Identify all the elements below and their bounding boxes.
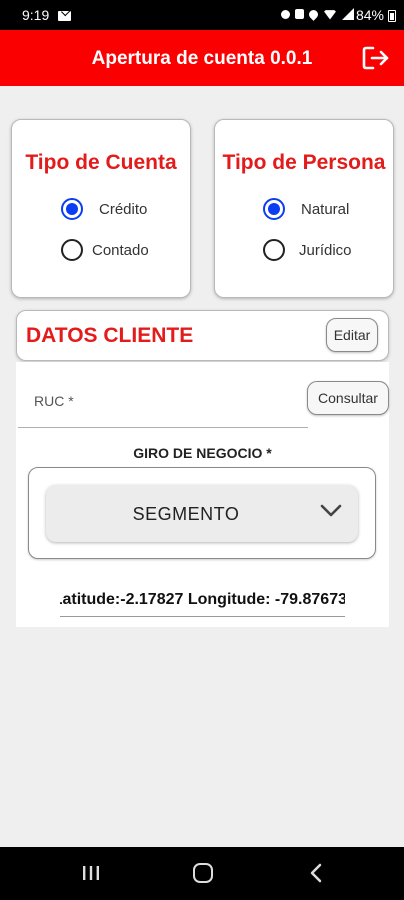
- coordinates-field[interactable]: Latitude:-2.17827 Longitude: -79.87673: [60, 591, 345, 613]
- ruc-field[interactable]: RUC *: [34, 393, 74, 409]
- chevron-down-icon: [320, 504, 342, 517]
- radio-juridico[interactable]: Jurídico: [263, 239, 352, 261]
- radio-natural[interactable]: Natural: [263, 198, 349, 220]
- datos-cliente-header: DATOS CLIENTE Editar: [16, 310, 389, 361]
- mail-icon: [58, 11, 71, 21]
- segment-dropdown[interactable]: SEGMENTO: [46, 485, 358, 542]
- segment-container: SEGMENTO: [28, 467, 376, 559]
- status-time: 9:19: [22, 7, 50, 23]
- consultar-button[interactable]: Consultar: [307, 381, 389, 415]
- tipo-persona-title: Tipo de Persona: [222, 151, 386, 174]
- radio-button-checked[interactable]: [61, 198, 83, 220]
- radio-label-credito: Crédito: [99, 200, 148, 218]
- radio-button[interactable]: [61, 239, 83, 261]
- signal-icon: [342, 8, 354, 20]
- datos-cliente-title: DATOS CLIENTE: [26, 324, 194, 347]
- radio-label-contado: Contado: [92, 241, 149, 259]
- status-bar: 9:19 84%: [0, 0, 404, 30]
- tipo-persona-card: Tipo de Persona Natural Jurídico: [214, 119, 394, 298]
- bluetooth-icon: [281, 9, 290, 19]
- status-icons: [281, 7, 354, 21]
- edit-button[interactable]: Editar: [326, 318, 378, 352]
- battery-icon: [388, 10, 396, 22]
- mute-icon: [295, 9, 304, 19]
- app-bar: Apertura de cuenta 0.0.1: [0, 30, 404, 86]
- radio-label-juridico: Jurídico: [299, 241, 352, 259]
- radio-button[interactable]: [263, 239, 285, 261]
- battery-percent: 84%: [355, 7, 384, 23]
- radio-credito[interactable]: Crédito: [61, 198, 147, 220]
- back-icon[interactable]: [309, 863, 323, 883]
- segment-value: SEGMENTO: [132, 504, 240, 524]
- coordinates-underline: [60, 616, 345, 617]
- wifi-icon: [323, 10, 337, 20]
- app-title-text: Apertura de cuenta 0.0.1: [91, 48, 313, 69]
- coordinates-text: Latitude:-2.17827 Longitude: -79.87673: [60, 591, 345, 608]
- logout-icon[interactable]: [362, 45, 390, 71]
- giro-negocio-label: GIRO DE NEGOCIO *: [133, 445, 272, 461]
- recents-icon[interactable]: [82, 865, 100, 881]
- app-title: Apertura de cuenta 0.0.1: [0, 48, 404, 70]
- radio-label-natural: Natural: [301, 200, 350, 218]
- home-icon[interactable]: [193, 863, 213, 883]
- tipo-cuenta-card: Tipo de Cuenta Crédito Contado: [11, 119, 191, 298]
- location-icon: [307, 7, 320, 21]
- ruc-field-underline: [18, 427, 308, 428]
- radio-button-checked[interactable]: [263, 198, 285, 220]
- navigation-bar: [0, 847, 404, 900]
- tipo-cuenta-title: Tipo de Cuenta: [25, 151, 177, 174]
- cliente-form-panel: RUC * Consultar GIRO DE NEGOCIO * SEGMEN…: [16, 362, 389, 627]
- radio-contado[interactable]: Contado: [61, 239, 149, 261]
